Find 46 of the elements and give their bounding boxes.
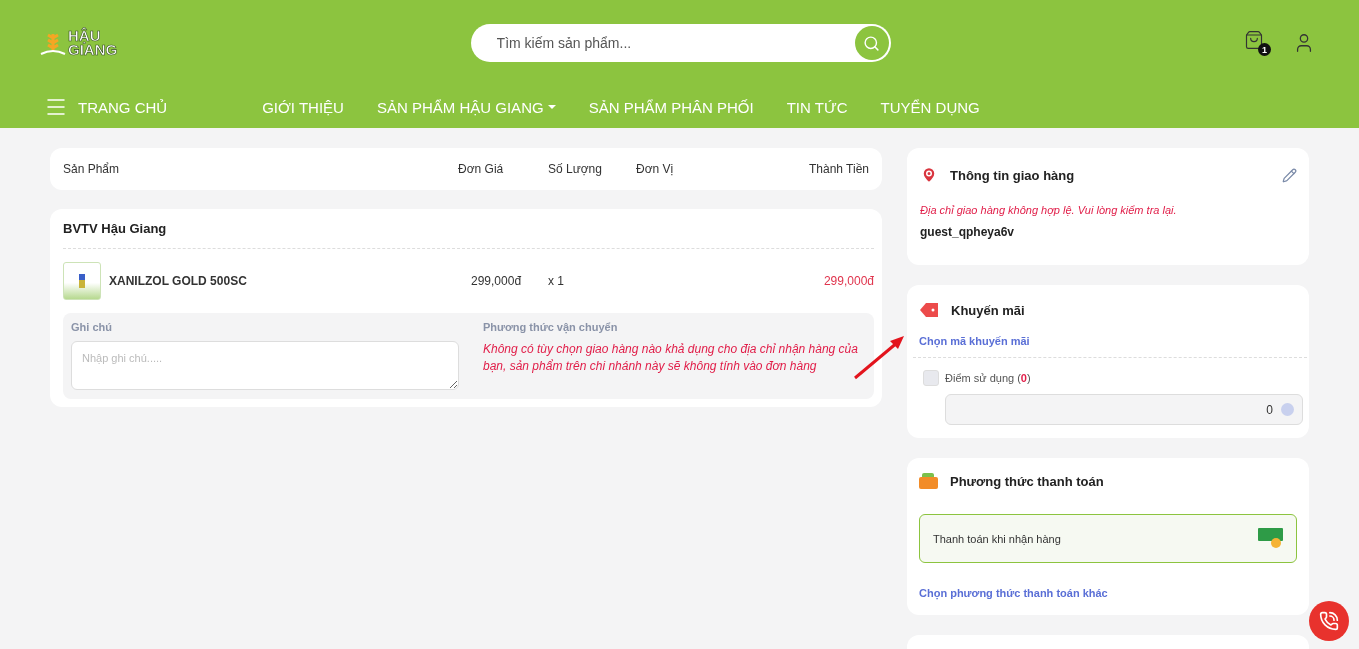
search-field[interactable]: Tìm kiếm sản phẩm... <box>470 24 891 62</box>
column-header: Thành Tiền <box>807 162 869 176</box>
points-checkbox[interactable] <box>923 370 939 386</box>
card-title: Thông tin giao hàng <box>950 167 1076 183</box>
phone-icon <box>1319 611 1339 631</box>
store-name: BVTV Hậu Giang <box>63 209 874 249</box>
nav-link[interactable]: SẢN PHẨM HẬU GIANG <box>376 98 556 116</box>
product-name: XANILZOL GOLD 500SC <box>109 274 247 288</box>
shipping-label: Phương thức vận chuyển <box>483 321 619 333</box>
note-label: Ghi chú <box>71 321 113 333</box>
nav-link[interactable]: GIỚI THIỆU <box>262 98 344 116</box>
clear-icon[interactable] <box>1281 403 1294 416</box>
address-error: Địa chỉ giao hàng không hợp lệ. Vui lòng kiểm tra lại. <box>920 203 1178 218</box>
line-total: 299,000đ <box>822 274 874 288</box>
column-header: Sản Phẩm <box>63 162 121 176</box>
tag-icon <box>919 302 939 318</box>
pencil-icon[interactable] <box>1282 167 1297 183</box>
unit-price: 299,000đ <box>471 274 523 288</box>
quantity: x 1 <box>548 274 565 288</box>
nav-link[interactable]: TIN TỨC <box>786 98 848 116</box>
card-title: Khuyến mãi <box>951 302 1026 318</box>
points-label: Điểm sử dụng (0) <box>945 372 1031 384</box>
cart-button[interactable]: 1 <box>1244 30 1271 56</box>
caret-icon <box>547 105 556 109</box>
promo-code-link[interactable]: Chọn mã khuyến mãi <box>919 335 1030 347</box>
customer-name: guest_qpheya6v <box>920 225 1016 239</box>
cart-count: 1 <box>1258 43 1271 56</box>
call-button[interactable] <box>1309 601 1349 641</box>
location-pin-icon <box>920 166 938 184</box>
payment-option[interactable]: Thanh toán khi nhận hàng <box>919 514 1297 563</box>
logo-text[interactable]: HẬU GIANG <box>68 29 118 57</box>
other-payment-link[interactable]: Chọn phương thức thanh toán khác <box>919 587 1108 599</box>
column-header: Đơn Giá <box>458 162 505 176</box>
note-field[interactable]: Nhập ghi chú..... <box>71 341 459 390</box>
shipping-warning: Không có tùy chọn giao hàng nào khả dụng cho địa chỉ nhận hàng của bạn, sản phẩm trên chi nhánh này sẽ không tính vào đơn hàng <box>483 341 859 375</box>
nav-link[interactable]: SẢN PHẨM PHÂN PHỐI <box>588 98 754 116</box>
card-title: Phương thức thanh toán <box>950 473 1105 489</box>
cash-icon <box>1258 528 1284 549</box>
wallet-icon <box>919 473 938 489</box>
nav-link[interactable]: TUYỂN DỤNG <box>880 98 980 116</box>
column-header: Đơn Vị <box>636 162 675 176</box>
points-field[interactable]: 0 <box>945 394 1303 425</box>
product-image <box>63 262 101 300</box>
search-icon[interactable] <box>854 26 889 60</box>
column-header: Số Lượng <box>548 162 603 176</box>
nav-link[interactable]: TRANG CHỦ <box>78 98 168 116</box>
